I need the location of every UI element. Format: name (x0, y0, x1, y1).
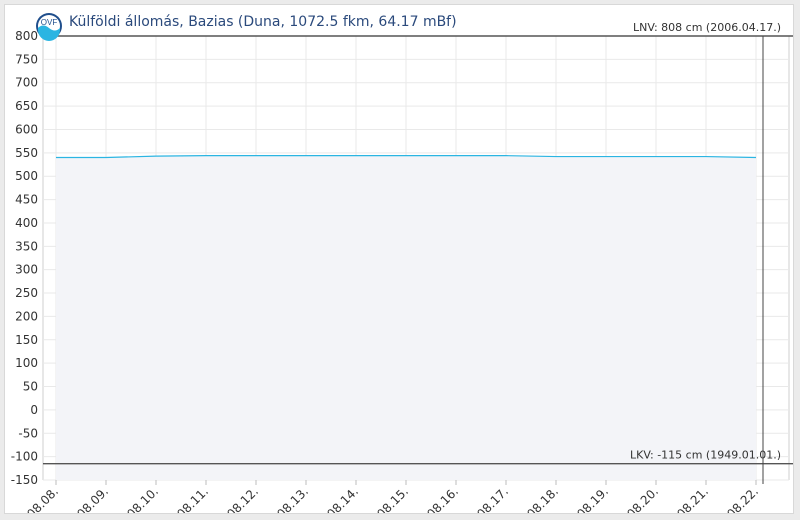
x-tick-label: 08.10. (124, 484, 161, 513)
y-tick-label: 700 (15, 76, 38, 90)
y-tick-label: 400 (15, 216, 38, 230)
x-tick-label: 08.09. (74, 484, 111, 513)
x-tick-label: 08.15. (374, 484, 411, 513)
y-tick-label: 350 (15, 239, 38, 253)
chart-header: OVF Külföldi állomás, Bazias (Duna, 1072… (36, 13, 457, 41)
y-tick-label: 150 (15, 333, 38, 347)
y-tick-label: 50 (23, 380, 38, 394)
y-tick-label: 650 (15, 99, 38, 113)
y-tick-label: 250 (15, 286, 38, 300)
x-tick-label: 08.21. (674, 484, 711, 513)
x-tick-label: 08.18. (524, 484, 561, 513)
x-axis: 08.08. 08.09. 08.10. 08.11. 08.12. 08.13. 08.1… (24, 480, 761, 513)
reference-line-label: LNV: 808 cm (2006.04.17.) (633, 21, 781, 34)
x-tick-label: 08.14. (324, 484, 361, 513)
x-tick-label: 08.19. (574, 484, 611, 513)
y-tick-label: 200 (15, 309, 38, 323)
y-tick-label: 300 (15, 263, 38, 277)
y-tick-label: 550 (15, 146, 38, 160)
x-tick-label: 08.08. (24, 484, 61, 513)
x-tick-label: 08.22. (724, 484, 761, 513)
y-tick-label: 600 (15, 122, 38, 136)
chart-title: Külföldi állomás, Bazias (Duna, 1072.5 f… (69, 14, 457, 30)
y-tick-label: 500 (15, 169, 38, 183)
x-tick-label: 08.17. (474, 484, 511, 513)
series-area (56, 155, 757, 481)
y-tick-label: 100 (15, 356, 38, 370)
reference-line-label: LKV: -115 cm (1949.01.01.) (630, 449, 781, 462)
x-tick-label: 08.20. (624, 484, 661, 513)
y-tick-label: 450 (15, 193, 38, 207)
x-tick-label: 08.16. (424, 484, 461, 513)
y-tick-label: -100 (11, 450, 38, 464)
x-tick-label: 08.12. (224, 484, 261, 513)
y-tick-label: 0 (30, 403, 38, 417)
x-tick-label: 08.11. (174, 484, 211, 513)
y-tick-label: -50 (18, 426, 38, 440)
y-tick-label: -150 (11, 473, 38, 487)
y-tick-label: 750 (15, 52, 38, 66)
hydrograph-chart: LNV: 808 cm (2006.04.17.) LKV: -115 cm (1… (11, 13, 793, 513)
series-fill (56, 155, 756, 481)
x-tick-label: 08.13. (274, 484, 311, 513)
wave-logo-icon: OVF (36, 13, 62, 41)
y-axis: 8007507006506005505004504003503002502001… (11, 29, 38, 487)
y-tick-label: 800 (15, 29, 38, 43)
logo-text: OVF (41, 18, 58, 27)
chart-panel: LNV: 808 cm (2006.04.17.) LKV: -115 cm (1… (4, 4, 794, 514)
